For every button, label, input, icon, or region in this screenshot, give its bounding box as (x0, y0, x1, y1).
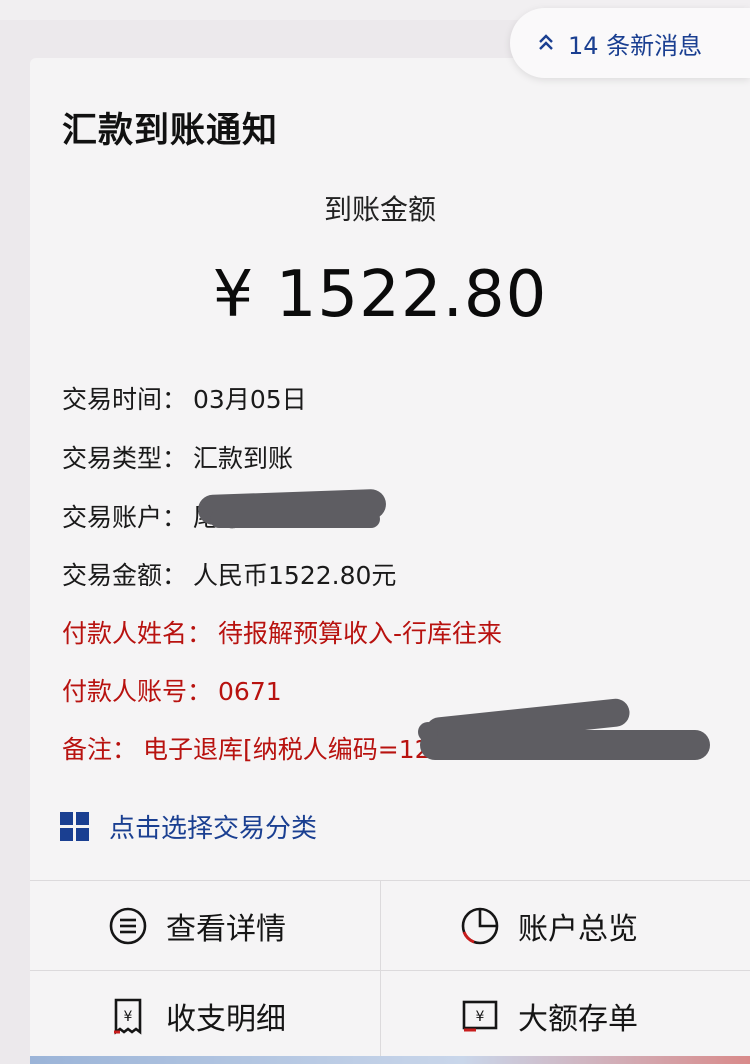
detail-row-time: 交易时间： 03月05日 (62, 380, 307, 416)
detail-value: 人民币1522.80元 (193, 561, 397, 590)
payer-name-row: 付款人姓名： 待报解预算收入-行库往来 (62, 614, 502, 650)
view-details-label: 查看详情 (166, 912, 286, 947)
divider (380, 880, 381, 1064)
bottom-banner-edge (30, 1056, 750, 1064)
double-chevron-up-icon (539, 34, 553, 50)
list-circle-icon (109, 907, 147, 945)
account-overview-label: 账户总览 (518, 912, 638, 947)
classify-label: 点击选择交易分类 (109, 814, 318, 844)
detail-label: 交易类型： (62, 444, 188, 473)
detail-row-amount: 交易金额： 人民币1522.80元 (62, 556, 396, 592)
svg-text:¥: ¥ (476, 1009, 485, 1025)
notice-title: 汇款到账通知 (62, 111, 279, 151)
divider (30, 880, 750, 881)
divider (30, 970, 750, 971)
payer-account-value: 0671 (218, 677, 282, 706)
amount-label: 到账金额 (323, 193, 436, 226)
new-messages-label: 14 条新消息 (568, 31, 703, 60)
payer-account-label: 付款人账号： (62, 677, 213, 706)
pie-chart-icon (461, 907, 499, 945)
detail-label: 交易金额： (62, 561, 188, 590)
grid-icon (60, 812, 89, 841)
classify-transaction-link[interactable]: 点击选择交易分类 (60, 808, 317, 845)
redaction-mark (210, 510, 380, 528)
account-overview-button[interactable]: 账户总览 (460, 882, 638, 970)
detail-label: 交易时间： (62, 385, 188, 414)
svg-text:¥: ¥ (124, 1009, 133, 1025)
large-deposit-button[interactable]: ¥ 大额存单 (460, 972, 638, 1060)
view-details-button[interactable]: 查看详情 (108, 882, 286, 970)
income-expense-label: 收支明细 (166, 1002, 286, 1037)
remark-value: 电子退库[纳税人编码=12 (143, 735, 431, 764)
new-messages-button[interactable]: 14 条新消息 (510, 8, 750, 78)
payer-name-label: 付款人姓名： (62, 619, 213, 648)
large-deposit-label: 大额存单 (518, 1002, 638, 1037)
payer-name-value: 待报解预算收入-行库往来 (218, 619, 503, 648)
receipt-icon: ¥ (114, 998, 142, 1035)
notification-card: 汇款到账通知 到账金额 ¥ 1522.80 交易时间： 03月05日 交易类型：汇… (30, 58, 750, 1064)
detail-label: 交易账户： (62, 503, 188, 532)
remark-row: 备注： 电子退库[纳税人编码=12 (62, 730, 431, 766)
payer-account-row: 付款人账号： 0671 (62, 672, 282, 708)
detail-value: 汇款到账 (193, 444, 294, 473)
deposit-certificate-icon: ¥ (462, 1000, 498, 1032)
redaction-mark (420, 730, 710, 760)
detail-row-type: 交易类型： 汇款到账 (62, 439, 293, 475)
income-expense-button[interactable]: ¥ 收支明细 (108, 972, 286, 1060)
redaction-mark (418, 722, 438, 742)
detail-value: 03月05日 (193, 385, 307, 414)
amount-value: ¥ 1522.80 (212, 258, 548, 332)
remark-label: 备注： (62, 735, 138, 764)
